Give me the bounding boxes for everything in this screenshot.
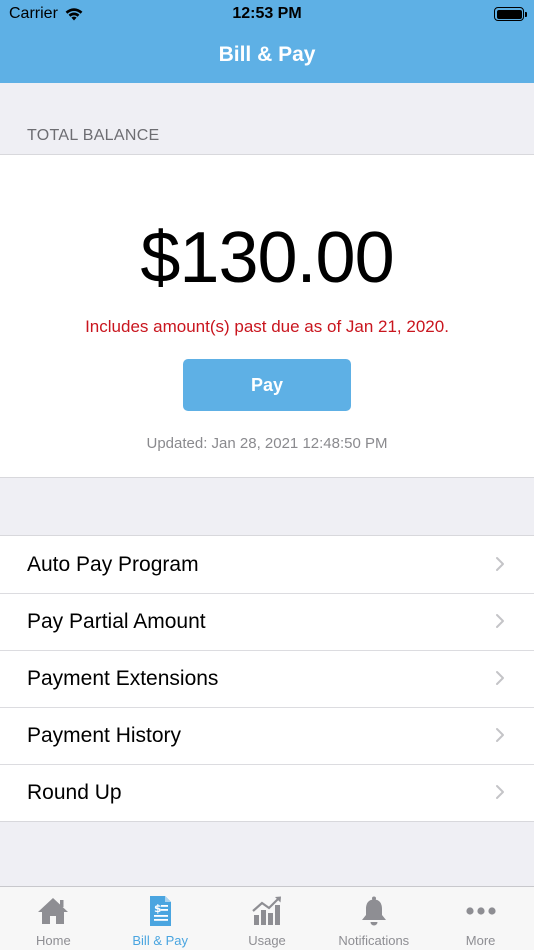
past-due-message: Includes amount(s) past due as of Jan 21… (85, 317, 449, 336)
menu-item-label: Payment History (27, 723, 182, 747)
menu-item-payment-history[interactable]: Payment History (0, 707, 534, 764)
tab-label: Notifications (338, 933, 410, 948)
chevron-right-icon (496, 557, 504, 571)
balance-card: $130.00 Includes amount(s) past due as o… (0, 154, 534, 478)
payment-options-list: Auto Pay Program Pay Partial Amount Paym… (0, 535, 534, 822)
tab-label: Usage (248, 933, 286, 948)
tab-notifications[interactable]: Notifications (320, 887, 427, 950)
tab-label: More (465, 933, 496, 948)
pay-button[interactable]: Pay (183, 359, 351, 411)
tab-label: Home (36, 933, 71, 948)
tab-more[interactable]: More (427, 887, 534, 950)
tab-label: Bill & Pay (132, 933, 189, 948)
menu-item-round-up[interactable]: Round Up (0, 764, 534, 821)
usage-chart-icon (252, 896, 281, 925)
bell-icon (361, 896, 386, 926)
tab-bill-pay[interactable]: $ Bill & Pay (107, 887, 214, 950)
menu-item-payment-extensions[interactable]: Payment Extensions (0, 650, 534, 707)
balance-amount: $130.00 (140, 218, 394, 298)
battery-icon (494, 7, 527, 21)
chevron-right-icon (496, 671, 504, 685)
chevron-right-icon (496, 614, 504, 628)
more-icon (465, 907, 496, 915)
svg-text:$: $ (154, 902, 162, 915)
battery-level (496, 9, 522, 19)
home-icon (38, 898, 69, 924)
menu-item-label: Round Up (27, 780, 122, 804)
status-time: 12:53 PM (232, 5, 302, 22)
chevron-right-icon (496, 785, 504, 799)
navigation-bar: Bill & Pay (0, 28, 534, 83)
bill-icon: $ (150, 896, 172, 926)
tab-usage[interactable]: Usage (214, 887, 321, 950)
updated-timestamp: Updated: Jan 28, 2021 12:48:50 PM (146, 435, 388, 452)
total-balance-label: TOTAL BALANCE (27, 127, 160, 144)
page-title: Bill & Pay (218, 43, 316, 66)
menu-item-label: Pay Partial Amount (27, 609, 206, 633)
menu-item-auto-pay[interactable]: Auto Pay Program (0, 536, 534, 593)
tab-home[interactable]: Home (0, 887, 107, 950)
tab-bar: Home $ Bill & Pay Usage Notifications Mo… (0, 886, 534, 950)
menu-item-label: Payment Extensions (27, 666, 219, 690)
menu-item-pay-partial[interactable]: Pay Partial Amount (0, 593, 534, 650)
chevron-right-icon (496, 728, 504, 742)
status-bar: Carrier 12:53 PM (0, 0, 534, 28)
menu-item-label: Auto Pay Program (27, 552, 199, 576)
